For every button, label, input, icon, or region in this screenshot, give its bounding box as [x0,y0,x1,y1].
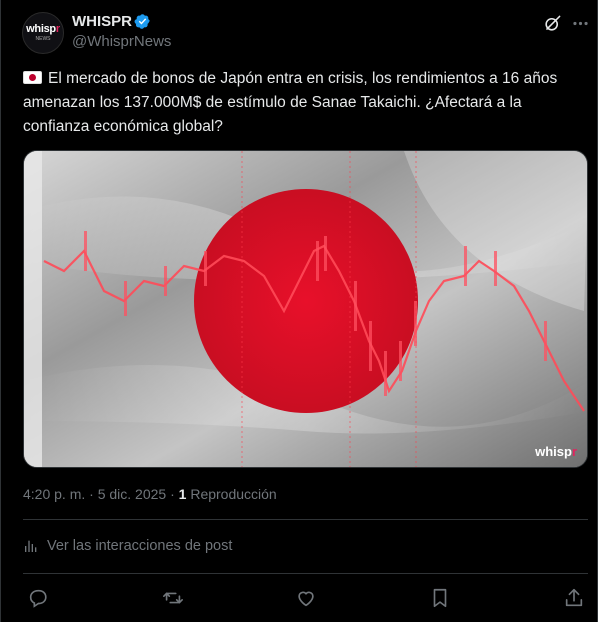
views-label: Reproducción [186,486,277,502]
post-text-container: El mercado de bonos de Japón entra en cr… [23,67,583,139]
share-button[interactable] [563,587,585,609]
bookmark-icon [433,588,447,608]
view-interactions-link[interactable]: Ver las interacciones de post [23,538,232,554]
share-icon [565,588,583,607]
like-icon [298,591,314,607]
avatar-subtext: NEWS [35,36,51,42]
avatar-logo: whispr [26,23,60,35]
repost-icon [163,592,183,604]
action-bar [23,587,588,609]
divider [23,519,588,520]
grok-icon[interactable] [543,14,562,33]
analytics-icon [25,540,37,552]
repost-button[interactable] [162,587,184,609]
post-text: El mercado de bonos de Japón entra en cr… [23,70,558,135]
post-timestamp[interactable]: 4:20 p. m. · 5 dic. 2025 · [23,486,179,502]
avatar[interactable]: whispr NEWS [22,12,64,54]
author-name[interactable]: WHISPR [72,13,132,30]
post-metadata: 4:20 p. m. · 5 dic. 2025 · 1 Reproducció… [23,486,277,502]
column-border-left [0,0,1,622]
divider [23,573,588,574]
bookmark-button[interactable] [429,587,451,609]
verified-badge-icon [134,14,150,29]
reply-icon [29,589,47,608]
author-handle[interactable]: @WhisprNews [72,33,171,50]
view-interactions-label: Ver las interacciones de post [47,538,233,554]
reply-button[interactable] [27,587,49,609]
flag-japan-icon [23,71,42,84]
post: whispr NEWS WHISPR @WhisprNews El mercad… [0,0,598,622]
more-icon[interactable] [571,14,590,33]
flag-chart-illustration [24,151,587,467]
image-watermark: whispr [535,444,577,459]
post-image[interactable]: whispr [23,150,588,468]
like-button[interactable] [295,587,317,609]
